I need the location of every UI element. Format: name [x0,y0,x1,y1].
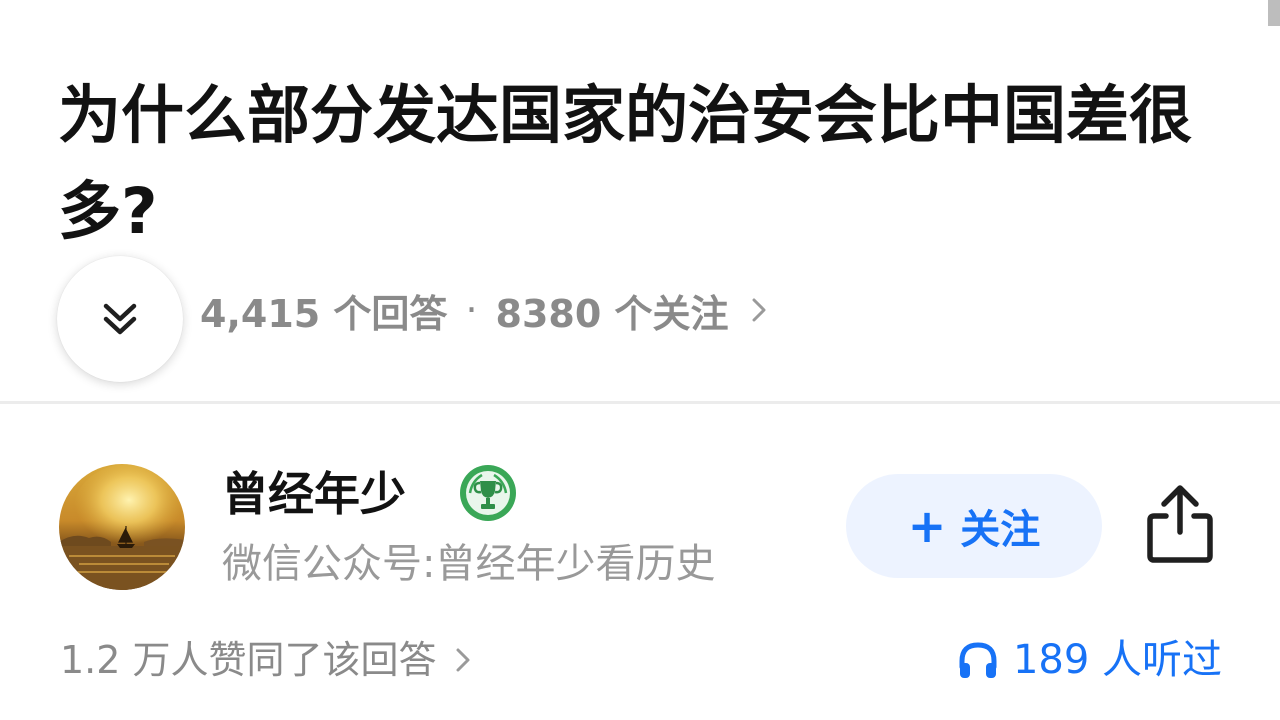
question-page: 为什么部分发达国家的治安会比中国差很多? 4,415 个回答 · 8380 个关… [0,0,1280,720]
answer-count: 4,415 个回答 [200,291,448,336]
trophy-badge-icon[interactable] [458,463,518,523]
listens-text: 189 人听过 [1012,637,1222,683]
follow-button-label: 关注 [960,507,1041,553]
double-chevron-down-icon [103,303,137,335]
collapse-button[interactable] [57,256,183,382]
stats-separator: · [465,288,478,332]
question-title[interactable]: 为什么部分发达国家的治安会比中国差很多? [58,68,1228,260]
scroll-indicator[interactable] [1268,0,1280,26]
author-name[interactable]: 曾经年少 [222,462,406,526]
share-icon[interactable] [1144,484,1216,564]
section-divider [0,401,1280,404]
chevron-right-icon [455,646,471,674]
follower-count: 8380 个关注 [495,291,729,336]
likes-summary[interactable]: 1.2 万人赞同了该回答 [60,632,471,688]
likes-text: 1.2 万人赞同了该回答 [60,638,437,682]
chevron-right-icon [751,296,767,324]
author-bio: 微信公众号:曾经年少看历史 [222,541,716,587]
question-stats[interactable]: 4,415 个回答 · 8380 个关注 [200,282,767,338]
author-avatar[interactable] [59,464,185,590]
plus-icon: + [907,499,947,553]
listens-summary[interactable]: 189 人听过 [957,630,1222,690]
headphone-icon [957,639,999,681]
follow-button[interactable]: + 关注 [846,474,1102,578]
